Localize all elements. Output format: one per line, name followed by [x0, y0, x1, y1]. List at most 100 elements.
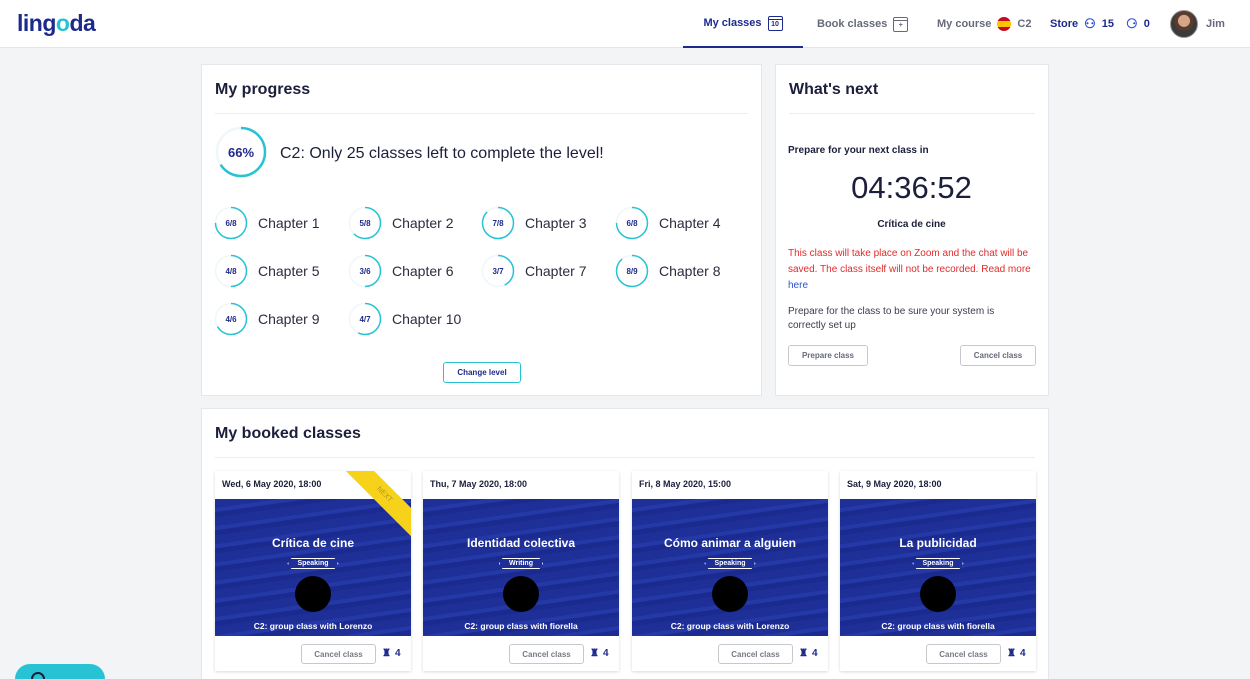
logo-text: ling: [17, 10, 56, 36]
chapter-name: Chapter 6: [392, 263, 454, 279]
chapter-progress-ring: 6/8: [214, 206, 248, 240]
class-seats: ♜ 4: [1007, 648, 1026, 659]
private-credits-count: 0: [1143, 18, 1150, 30]
class-date: Sat, 9 May 2020, 18:00: [847, 479, 942, 489]
class-type-badge: Speaking: [287, 558, 339, 569]
user-menu[interactable]: Jim: [1170, 0, 1225, 48]
chapter-progress-label: 8/9: [626, 266, 638, 276]
chapter-name: Chapter 5: [258, 263, 320, 279]
read-more-link[interactable]: here: [788, 280, 808, 291]
nav-my-course[interactable]: My course C2: [937, 0, 1031, 48]
class-seats: ♜ 4: [382, 648, 401, 659]
calendar-day: 10: [771, 20, 779, 28]
chapter-item: 6/8 Chapter 4: [615, 206, 720, 240]
calendar-add-icon: +: [893, 16, 909, 32]
class-title: Cómo animar a alguien: [663, 536, 797, 550]
chapter-name: Chapter 8: [659, 263, 721, 279]
seat-icon: ♜: [799, 648, 808, 659]
booked-class-card[interactable]: Wed, 6 May 2020, 18:00 Crítica de cine Spe…: [215, 471, 411, 671]
class-seats: ♜ 4: [590, 648, 609, 659]
class-type-badge: Speaking: [912, 558, 964, 569]
class-banner: La publicidad Speaking C2: group class wit…: [840, 499, 1036, 636]
chapter-progress-label: 6/8: [626, 218, 638, 228]
change-level-button[interactable]: Change level: [443, 362, 521, 383]
teacher-avatar: [920, 576, 956, 612]
help-icon: [31, 672, 45, 679]
chapter-item: 5/8 Chapter 2: [348, 206, 453, 240]
chapter-progress-ring: 4/8: [214, 254, 248, 288]
seat-count: 4: [602, 648, 609, 659]
nav-my-classes[interactable]: My classes 10: [683, 0, 803, 48]
class-teacher: C2: group class with fiorella: [464, 621, 578, 631]
chapter-progress-label: 3/7: [492, 266, 504, 276]
nav-my-course-label: My course: [937, 18, 992, 30]
prepare-note: Prepare for the class to be sure your sy…: [788, 306, 995, 331]
logo-text-end: da: [69, 10, 96, 36]
prepare-class-button[interactable]: Prepare class: [788, 345, 868, 366]
user-avatar: [1170, 10, 1198, 38]
chapter-item: 6/8 Chapter 1: [214, 206, 319, 240]
booked-class-card[interactable]: Sat, 9 May 2020, 18:00 La publicidad Speak…: [840, 471, 1036, 671]
prepare-label: Prepare for your next class in: [788, 145, 929, 156]
next-class-name: Crítica de cine: [877, 219, 946, 230]
private-credits-icon: ⚆: [1126, 16, 1138, 31]
chapter-item: 8/9 Chapter 8: [615, 254, 720, 288]
help-button[interactable]: [15, 664, 105, 679]
class-banner: Identidad colectiva Writing C2: group clas…: [423, 499, 619, 636]
seat-icon: ♜: [382, 648, 391, 659]
class-date: Fri, 8 May 2020, 15:00: [639, 479, 732, 489]
seat-count: 4: [1019, 648, 1026, 659]
nav-store[interactable]: Store ⚇ 15 ⚆ 0: [1050, 0, 1150, 48]
class-teacher: C2: group class with fiorella: [881, 621, 995, 631]
cancel-class-button[interactable]: Cancel class: [926, 644, 1001, 664]
divider: [215, 457, 1035, 458]
class-title: Identidad colectiva: [466, 536, 576, 550]
group-credits-count: 15: [1101, 18, 1115, 30]
chapter-item: 3/6 Chapter 6: [348, 254, 453, 288]
spanish-flag-icon: [997, 17, 1012, 31]
nav-store-label: Store: [1050, 18, 1079, 30]
class-date: Wed, 6 May 2020, 18:00: [222, 479, 322, 489]
course-level: C2: [1017, 18, 1032, 30]
chapter-progress-label: 5/8: [359, 218, 371, 228]
chapter-item: 3/7 Chapter 7: [481, 254, 586, 288]
booked-classes-title: My booked classes: [215, 425, 361, 442]
chapter-name: Chapter 4: [659, 215, 721, 231]
class-banner: Crítica de cine Speaking C2: group class w…: [215, 499, 411, 636]
seat-icon: ♜: [590, 648, 599, 659]
chapter-name: Chapter 3: [525, 215, 587, 231]
zoom-note: This class will take place on Zoom and t…: [788, 246, 1033, 294]
booked-class-card[interactable]: Thu, 7 May 2020, 18:00 Identidad colectiv…: [423, 471, 619, 671]
teacher-avatar: [712, 576, 748, 612]
lingoda-logo[interactable]: lingoda: [17, 10, 96, 37]
chapter-progress-label: 4/7: [359, 314, 371, 324]
chapter-progress-ring: 5/8: [348, 206, 382, 240]
nav-book-classes[interactable]: Book classes +: [817, 0, 909, 48]
chapter-progress-label: 7/8: [492, 218, 504, 228]
chapter-progress-label: 3/6: [359, 266, 371, 276]
class-seats: ♜ 4: [799, 648, 818, 659]
chapter-item: 7/8 Chapter 3: [481, 206, 586, 240]
chapter-name: Chapter 2: [392, 215, 454, 231]
cancel-class-button[interactable]: Cancel class: [509, 644, 584, 664]
booked-class-card[interactable]: Fri, 8 May 2020, 15:00 Cómo animar a algu…: [632, 471, 828, 671]
overall-progress-percent: 66%: [227, 144, 255, 160]
class-type-badge: Speaking: [704, 558, 756, 569]
chapter-progress-ring: 3/6: [348, 254, 382, 288]
cancel-class-button[interactable]: Cancel class: [718, 644, 793, 664]
chapter-progress-ring: 8/9: [615, 254, 649, 288]
nav-my-classes-label: My classes: [703, 17, 762, 29]
teacher-avatar: [503, 576, 539, 612]
chapter-progress-ring: 6/8: [615, 206, 649, 240]
seat-icon: ♜: [1007, 648, 1016, 659]
class-title: La publicidad: [899, 536, 977, 550]
nav-book-classes-label: Book classes: [817, 18, 888, 30]
chapter-progress-ring: 4/7: [348, 302, 382, 336]
chapter-progress-label: 6/8: [225, 218, 237, 228]
seat-count: 4: [394, 648, 401, 659]
whats-next-title: What's next: [789, 81, 879, 98]
cancel-next-class-button[interactable]: Cancel class: [960, 345, 1036, 366]
divider: [789, 113, 1035, 114]
cancel-class-button[interactable]: Cancel class: [301, 644, 376, 664]
chapter-item: 4/6 Chapter 9: [214, 302, 319, 336]
